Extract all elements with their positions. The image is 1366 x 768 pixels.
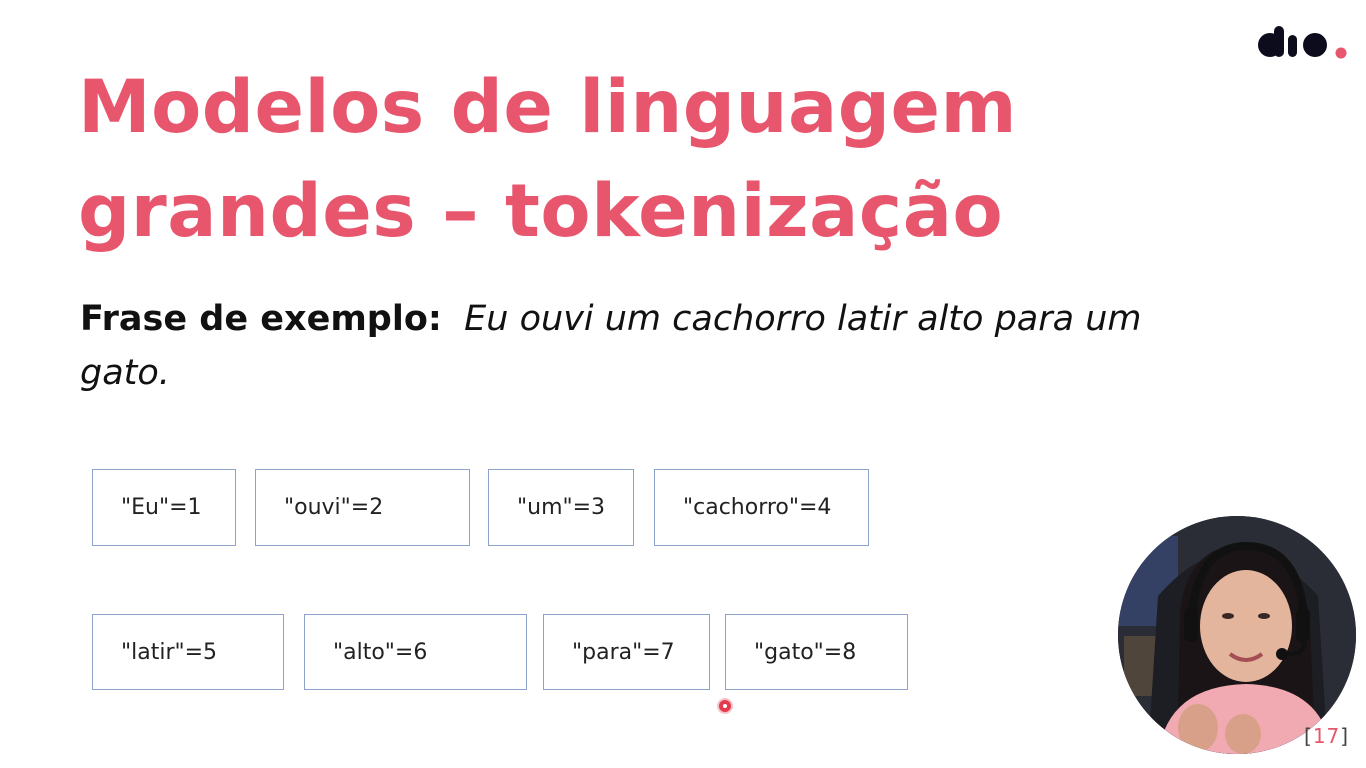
laser-pointer-icon bbox=[719, 700, 731, 712]
example-sentence: Frase de exemplo: Eu ouvi um cachorro la… bbox=[80, 292, 1200, 400]
slide-title: Modelos de linguagem grandes – tokenizaç… bbox=[78, 56, 1078, 264]
token-box: "cachorro"=4 bbox=[654, 469, 869, 546]
token-box: "para"=7 bbox=[543, 614, 710, 690]
page-number-value: 17 bbox=[1312, 724, 1341, 748]
page-number-close: ] bbox=[1340, 724, 1350, 748]
token-box: "um"=3 bbox=[488, 469, 634, 546]
slide-page-number: [17] bbox=[1304, 724, 1349, 748]
token-box: "alto"=6 bbox=[304, 614, 527, 690]
token-box: "gato"=8 bbox=[725, 614, 908, 690]
token-box: "ouvi"=2 bbox=[255, 469, 470, 546]
slide-title-line-2: grandes – tokenização bbox=[78, 169, 1004, 254]
presentation-slide: Modelos de linguagem grandes – tokenizaç… bbox=[0, 0, 1366, 768]
token-box: "Eu"=1 bbox=[92, 469, 236, 546]
slide-title-line-1: Modelos de linguagem bbox=[78, 65, 1018, 150]
page-number-open: [ bbox=[1304, 724, 1313, 748]
example-sentence-label: Frase de exemplo: bbox=[80, 299, 442, 339]
presenter-avatar-icon bbox=[1118, 516, 1356, 754]
dio-logo-icon bbox=[1258, 26, 1347, 59]
presenter-webcam bbox=[1118, 516, 1356, 754]
token-box: "latir"=5 bbox=[92, 614, 284, 690]
